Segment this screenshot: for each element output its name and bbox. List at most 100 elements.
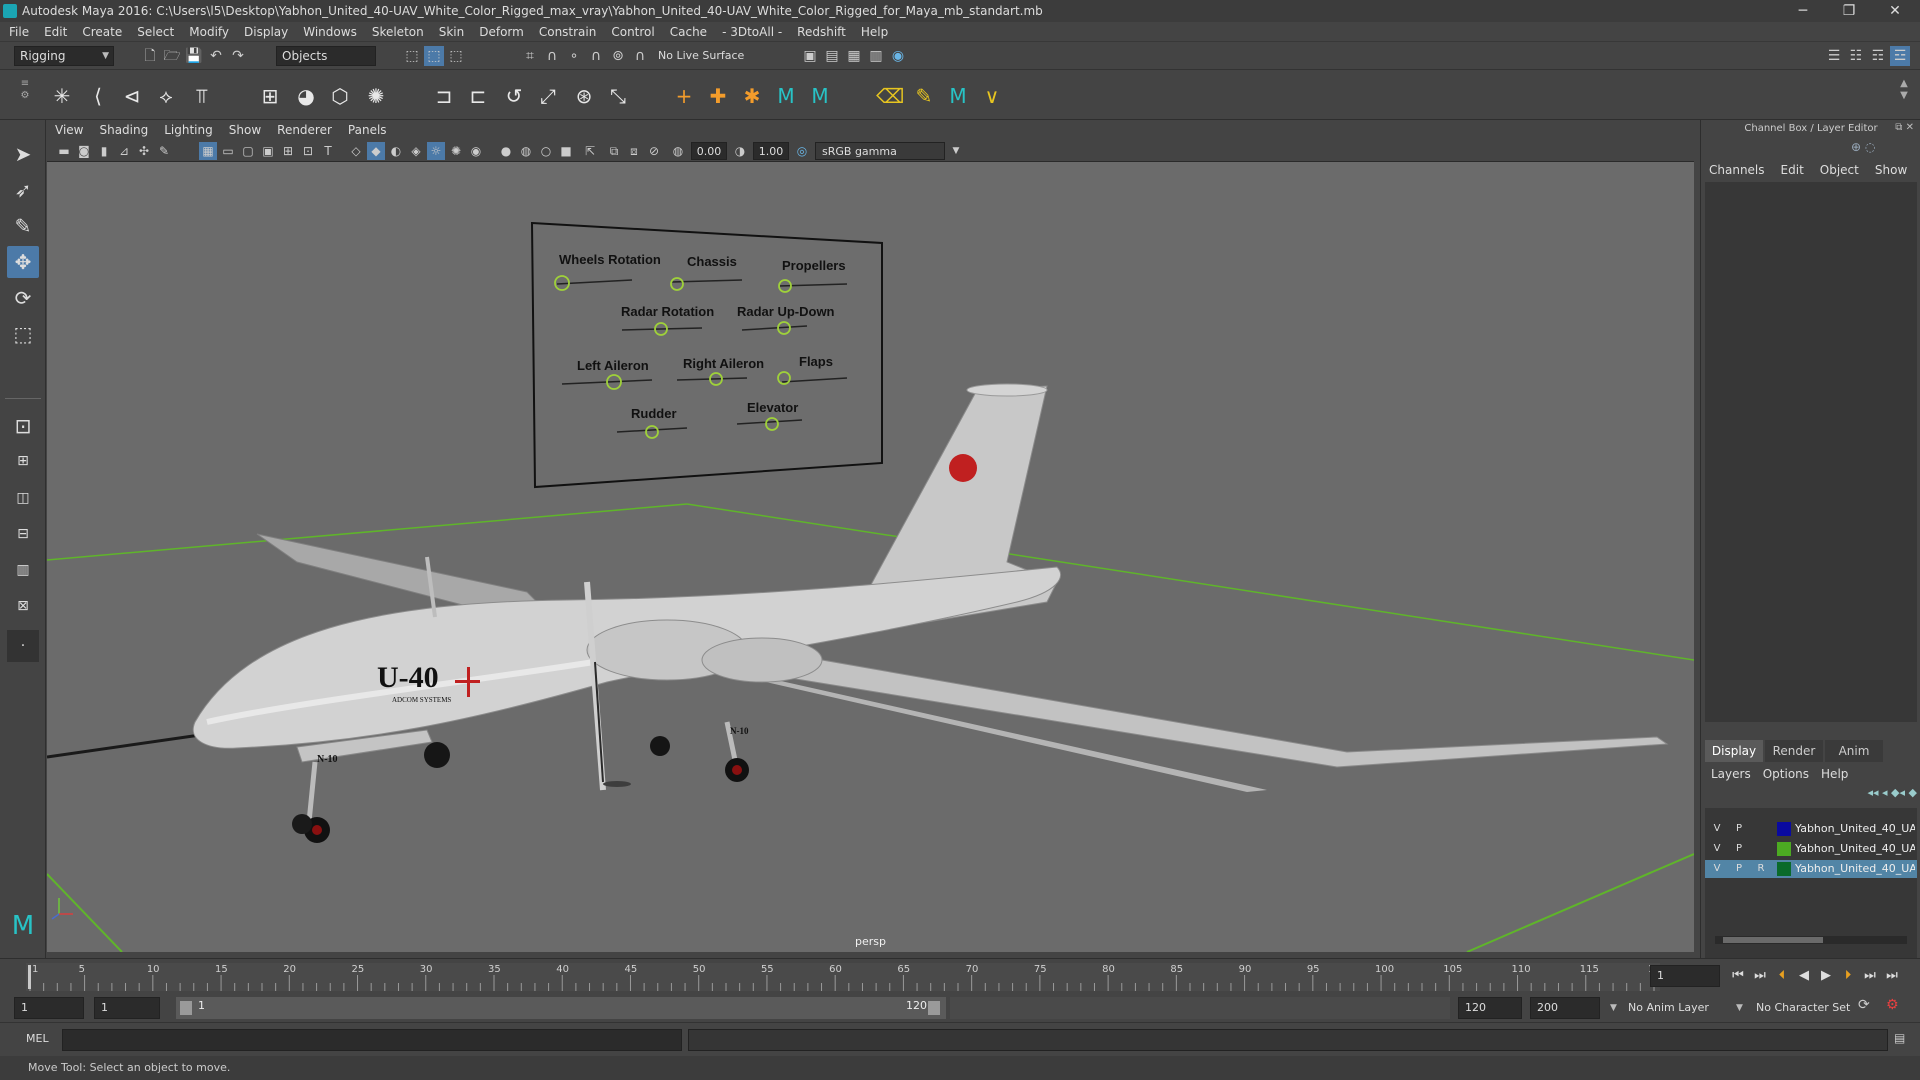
- time-slider[interactable]: 1 5 10 15 20 25 30 35 40 45 50 55 60 65 70 75 80 85 90 95 10…: [0, 958, 1920, 994]
- two-d-pan-icon[interactable]: ✣: [135, 142, 153, 160]
- create-locator-icon[interactable]: ✚: [704, 82, 732, 110]
- range-slider[interactable]: 1 120: [176, 997, 946, 1019]
- gamma-icon[interactable]: ◑: [731, 142, 749, 160]
- play-back-button[interactable]: ◀: [1794, 965, 1814, 987]
- mirror-joint-icon[interactable]: ⫪: [188, 82, 216, 110]
- layer-reference-toggle[interactable]: [1753, 821, 1769, 837]
- four-pane-layout-icon[interactable]: ⊞: [7, 445, 39, 477]
- textured-icon[interactable]: ◈: [407, 142, 425, 160]
- panel-menu-shading[interactable]: Shading: [91, 123, 156, 137]
- bookmark-icon[interactable]: ▮: [95, 142, 113, 160]
- exposure-icon[interactable]: ◍: [669, 142, 687, 160]
- menu-deform[interactable]: Deform: [470, 25, 530, 39]
- layer-reference-toggle[interactable]: [1753, 841, 1769, 857]
- point-constraint-icon[interactable]: ⊏: [464, 82, 492, 110]
- layer-playback-toggle[interactable]: P: [1731, 861, 1747, 877]
- color-management-icon[interactable]: ◎: [793, 142, 811, 160]
- selection-mode-dropdown[interactable]: Objects: [276, 46, 376, 66]
- ik-spline-icon[interactable]: ⟡: [152, 82, 180, 110]
- menu-cache[interactable]: Cache: [661, 25, 713, 39]
- snap-grid-icon[interactable]: ⌗: [520, 46, 540, 66]
- script-language-label[interactable]: MEL: [26, 1032, 49, 1045]
- color-space-dropdown[interactable]: sRGB gamma: [815, 142, 945, 160]
- gamma-field[interactable]: 1.00: [753, 142, 789, 160]
- menu-windows[interactable]: Windows: [294, 25, 363, 39]
- joint-tool-icon[interactable]: ✳: [48, 82, 76, 110]
- single-pane-layout-icon[interactable]: ⊡: [7, 410, 39, 442]
- menu-help[interactable]: Help: [852, 25, 894, 39]
- menu-control[interactable]: Control: [602, 25, 660, 39]
- side-by-side-layout-icon[interactable]: ◫: [7, 482, 39, 514]
- snap-point-icon[interactable]: ∘: [564, 46, 584, 66]
- use-all-lights-icon[interactable]: ☼: [427, 142, 445, 160]
- check-v-icon[interactable]: ∨: [978, 82, 1006, 110]
- script-editor-icon[interactable]: ▤: [1894, 1031, 1905, 1045]
- persp-outliner-layout-icon[interactable]: ▥: [7, 554, 39, 586]
- playback-end-field[interactable]: 120: [1458, 997, 1522, 1019]
- locator-icon[interactable]: +: [670, 82, 698, 110]
- layer-name[interactable]: Yabhon_United_40_UA: [1795, 860, 1915, 878]
- menu-set-dropdown[interactable]: Rigging ▼: [14, 46, 114, 66]
- skin-tool-icon[interactable]: ⌫: [876, 82, 904, 110]
- current-frame-field[interactable]: 1: [1650, 965, 1720, 987]
- new-scene-icon[interactable]: 🗋: [140, 46, 160, 66]
- character-set-dropdown[interactable]: No Character Set: [1756, 1001, 1850, 1014]
- lattice-icon[interactable]: ⬡: [326, 82, 354, 110]
- cb-menu-edit[interactable]: Edit: [1773, 163, 1812, 177]
- ik-handle-icon[interactable]: ⊲: [118, 82, 146, 110]
- range-end-handle[interactable]: [928, 1001, 940, 1015]
- auto-key-icon[interactable]: ⟳: [1858, 997, 1870, 1013]
- step-forward-frame-button[interactable]: ⏵: [1838, 965, 1858, 987]
- pole-vector-icon[interactable]: ⤡: [604, 82, 632, 110]
- scale-constraint-icon[interactable]: ⤢: [534, 82, 562, 110]
- shadows-icon[interactable]: ✺: [447, 142, 465, 160]
- menu-create[interactable]: Create: [73, 25, 128, 39]
- paint-weights-icon[interactable]: ◕: [292, 82, 320, 110]
- layer-playback-toggle[interactable]: P: [1731, 821, 1747, 837]
- render-view-icon[interactable]: ▥: [866, 46, 886, 66]
- perspective-viewport[interactable]: Wheels Rotation Chassis Propellers Radar…: [47, 162, 1694, 952]
- chevron-down-icon[interactable]: ▼: [947, 142, 965, 160]
- xray-components-icon[interactable]: ⧈: [625, 142, 643, 160]
- persp-graph-layout-icon[interactable]: ⊟: [7, 518, 39, 550]
- scrollbar-thumb[interactable]: [1723, 937, 1823, 943]
- step-back-frame-button[interactable]: ⏴: [1772, 965, 1792, 987]
- layer-row[interactable]: V P Yabhon_United_40_UA: [1705, 840, 1917, 858]
- menu-edit[interactable]: Edit: [35, 25, 73, 39]
- wireframe-icon[interactable]: ◇: [347, 142, 365, 160]
- tab-render[interactable]: Render: [1765, 740, 1823, 762]
- layer-name[interactable]: Yabhon_United_40_UA: [1795, 840, 1915, 858]
- move-tool-icon[interactable]: ✥: [7, 246, 39, 278]
- menu-skin[interactable]: Skin: [430, 25, 471, 39]
- chevron-down-icon[interactable]: ▼: [1610, 997, 1620, 1019]
- grease-pencil-icon[interactable]: ✎: [155, 142, 173, 160]
- panel-menu-lighting[interactable]: Lighting: [156, 123, 221, 137]
- shelf-tabs-menu-icon[interactable]: ≡ ⚙: [20, 78, 30, 114]
- modeling-toolkit-icon[interactable]: ☰: [1824, 46, 1844, 66]
- multisample-icon[interactable]: ◍: [517, 142, 535, 160]
- film-gate-icon[interactable]: ▭: [219, 142, 237, 160]
- lasso-tool-icon[interactable]: ➶: [7, 174, 39, 206]
- chevron-down-icon[interactable]: ▼: [1736, 997, 1743, 1019]
- animation-end-field[interactable]: 200: [1530, 997, 1600, 1019]
- ipr-render-icon[interactable]: ▦: [844, 46, 864, 66]
- panel-menu-renderer[interactable]: Renderer: [269, 123, 340, 137]
- cb-menu-channels[interactable]: Channels: [1701, 163, 1773, 177]
- xray-joints-icon[interactable]: ⧉: [605, 142, 623, 160]
- safe-title-icon[interactable]: T: [319, 142, 337, 160]
- snap-live-icon[interactable]: ∩: [630, 46, 650, 66]
- layer-color-swatch[interactable]: [1777, 822, 1791, 836]
- attribute-editor-icon[interactable]: ☷: [1846, 46, 1866, 66]
- xray-icon[interactable]: ⇱: [581, 142, 599, 160]
- backface-icon[interactable]: ⊘: [645, 142, 663, 160]
- layer-reference-toggle[interactable]: R: [1753, 861, 1769, 877]
- layer-visibility-toggle[interactable]: V: [1709, 841, 1725, 857]
- resolution-gate-icon[interactable]: ▢: [239, 142, 257, 160]
- live-surface-label[interactable]: No Live Surface: [658, 49, 744, 62]
- tool-settings-icon[interactable]: ☶: [1868, 46, 1888, 66]
- depth-of-field-icon[interactable]: ○: [537, 142, 555, 160]
- parent-constraint-icon[interactable]: ⊐: [430, 82, 458, 110]
- close-button[interactable]: ✕: [1872, 0, 1918, 22]
- menu-skeleton[interactable]: Skeleton: [363, 25, 430, 39]
- layer-action-icons[interactable]: ◂◂ ◂ ◆◂ ◆: [1821, 786, 1918, 804]
